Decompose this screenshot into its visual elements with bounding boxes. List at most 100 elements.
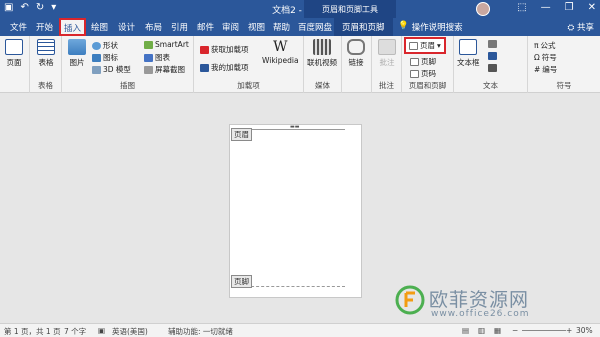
3d-models-button[interactable]: 3D 模型 <box>92 64 131 75</box>
textbox-button[interactable]: 文本框 <box>457 39 480 68</box>
3d-models-label: 3D 模型 <box>103 65 131 74</box>
header-tag[interactable]: 页眉 <box>231 128 252 141</box>
page-count[interactable]: 第 1 页，共 1 页 <box>4 326 61 337</box>
icons-icon <box>92 53 101 62</box>
header-mark: ▬▬ <box>290 124 300 130</box>
wikipedia-icon: W <box>273 39 288 55</box>
context-tools-label: 页眉和页脚工具 <box>304 0 396 18</box>
accessibility-status[interactable]: 辅助功能: 一切就绪 <box>168 326 233 337</box>
page-number-button[interactable]: 页码 <box>410 68 436 79</box>
cube-icon <box>92 65 101 74</box>
tab-references[interactable]: 引用 <box>171 21 188 33</box>
equation-label: 公式 <box>540 41 556 50</box>
quick-parts-button[interactable] <box>488 40 497 48</box>
header-button[interactable]: 页眉 ▾ <box>404 37 446 54</box>
dropcap-button[interactable] <box>488 64 497 72</box>
shapes-label: 形状 <box>103 41 118 50</box>
tell-me-label: 操作说明搜索 <box>411 23 463 33</box>
table-icon <box>37 39 55 55</box>
equation-button[interactable]: π 公式 <box>534 40 556 51</box>
tab-view[interactable]: 视图 <box>248 21 265 33</box>
tab-file[interactable]: 文件 <box>10 21 27 33</box>
quick-parts-icon <box>488 40 497 48</box>
tab-draw[interactable]: 绘图 <box>91 21 108 33</box>
tab-header-footer[interactable]: 页眉和页脚 <box>334 18 393 36</box>
chart-button[interactable]: 图表 <box>144 52 170 63</box>
screenshot-button[interactable]: 屏幕截图 <box>144 64 185 75</box>
person-icon: ⛭ <box>567 23 575 33</box>
get-addins-button[interactable]: 获取加载项 <box>200 44 249 55</box>
document-title: 文档2 - Word <box>272 6 328 16</box>
comment-button[interactable]: 批注 <box>378 39 396 68</box>
tab-help[interactable]: 帮助 <box>273 21 290 33</box>
textbox-icon <box>459 39 478 55</box>
wordart-button[interactable] <box>488 52 497 60</box>
picture-label: 图片 <box>69 58 85 67</box>
link-button[interactable]: 链接 <box>347 39 365 68</box>
word-count[interactable]: 7 个字 <box>64 326 86 337</box>
lightbulb-icon: 💡 <box>398 21 409 31</box>
smartart-icon <box>144 40 153 49</box>
my-addins-label: 我的加载项 <box>211 63 249 72</box>
pages-button[interactable]: 页面 <box>5 39 23 68</box>
tab-mailings[interactable]: 邮件 <box>197 21 214 33</box>
group-label-symbols: 符号 <box>556 81 572 90</box>
online-video-button[interactable]: 联机视频 <box>307 39 337 68</box>
zoom-slider[interactable] <box>522 330 566 331</box>
close-button[interactable]: ✕ <box>588 2 596 13</box>
group-symbols: π 公式 Ω 符号 # 编号 符号 <box>528 36 600 93</box>
zoom-level[interactable]: 30% <box>576 326 593 335</box>
symbol-button[interactable]: Ω 符号 <box>534 52 557 63</box>
my-addins-button[interactable]: 我的加载项 <box>200 62 249 73</box>
symbol-label: 符号 <box>541 53 557 62</box>
ribbon-tabs: 文件 开始 插入 绘图 设计 布局 引用 邮件 审阅 视图 帮助 百度网盘 页眉… <box>0 18 600 36</box>
comment-icon <box>378 39 396 55</box>
wikipedia-button[interactable]: W Wikipedia <box>262 39 299 65</box>
table-label: 表格 <box>38 58 54 67</box>
comment-label: 批注 <box>379 58 395 67</box>
shapes-button[interactable]: 形状 <box>92 40 118 51</box>
group-label-media: 媒体 <box>315 81 330 90</box>
tab-review[interactable]: 审阅 <box>222 21 239 33</box>
tab-home[interactable]: 开始 <box>36 21 53 33</box>
tab-layout[interactable]: 布局 <box>145 21 162 33</box>
chevron-down-icon: ▾ <box>437 41 441 50</box>
print-layout-icon[interactable]: ▦ <box>494 326 501 335</box>
language[interactable]: 英语(美国) <box>112 326 148 337</box>
tab-insert[interactable]: 插入 <box>59 18 87 36</box>
user-avatar[interactable] <box>476 2 490 16</box>
tab-baidu-netdisk[interactable]: 百度网盘 <box>298 21 332 33</box>
restore-button[interactable]: ❐ <box>565 2 574 13</box>
ribbon-display-icon[interactable]: ⬚ <box>517 2 526 13</box>
page-number-label: 页码 <box>421 69 436 78</box>
zoom-in-icon[interactable]: + <box>566 326 572 335</box>
chart-label: 图表 <box>155 53 170 62</box>
share-button[interactable]: ⛭ 共享 <box>567 21 594 33</box>
share-label: 共享 <box>576 23 594 33</box>
smartart-button[interactable]: SmartArt <box>144 40 189 49</box>
watermark-logo-icon <box>395 285 425 315</box>
document-page[interactable]: ▬▬ 页眉 页脚 <box>229 124 362 298</box>
tell-me-search[interactable]: 💡 操作说明搜索 <box>398 21 463 33</box>
focus-icon[interactable]: ▤ <box>462 326 469 335</box>
footer-tag[interactable]: 页脚 <box>231 275 252 288</box>
group-label-comments: 批注 <box>379 81 394 90</box>
icons-button[interactable]: 图标 <box>92 52 118 63</box>
chart-icon <box>144 53 153 62</box>
footer-button[interactable]: 页脚 <box>410 56 436 67</box>
zoom-out-icon[interactable]: − <box>512 326 518 335</box>
online-video-label: 联机视频 <box>307 58 337 67</box>
link-icon <box>347 39 365 55</box>
group-addins: 获取加载项 我的加载项 W Wikipedia 加载项 <box>194 36 304 93</box>
proofing-icon[interactable]: ▣ <box>98 326 105 335</box>
minimize-button[interactable]: — <box>541 2 551 13</box>
number-button[interactable]: # 编号 <box>534 64 557 75</box>
ribbon: 页面 表格 表格 图片 形状 图标 3D 模型 SmartArt 图表 屏幕截图… <box>0 36 600 93</box>
tab-design[interactable]: 设计 <box>118 21 135 33</box>
group-media: 联机视频 媒体 <box>304 36 342 93</box>
omega-icon: Ω <box>534 53 540 62</box>
picture-button[interactable]: 图片 <box>68 39 86 68</box>
read-mode-icon[interactable]: ▥ <box>478 326 485 335</box>
table-button[interactable]: 表格 <box>37 39 55 68</box>
group-tables: 表格 表格 <box>30 36 62 93</box>
